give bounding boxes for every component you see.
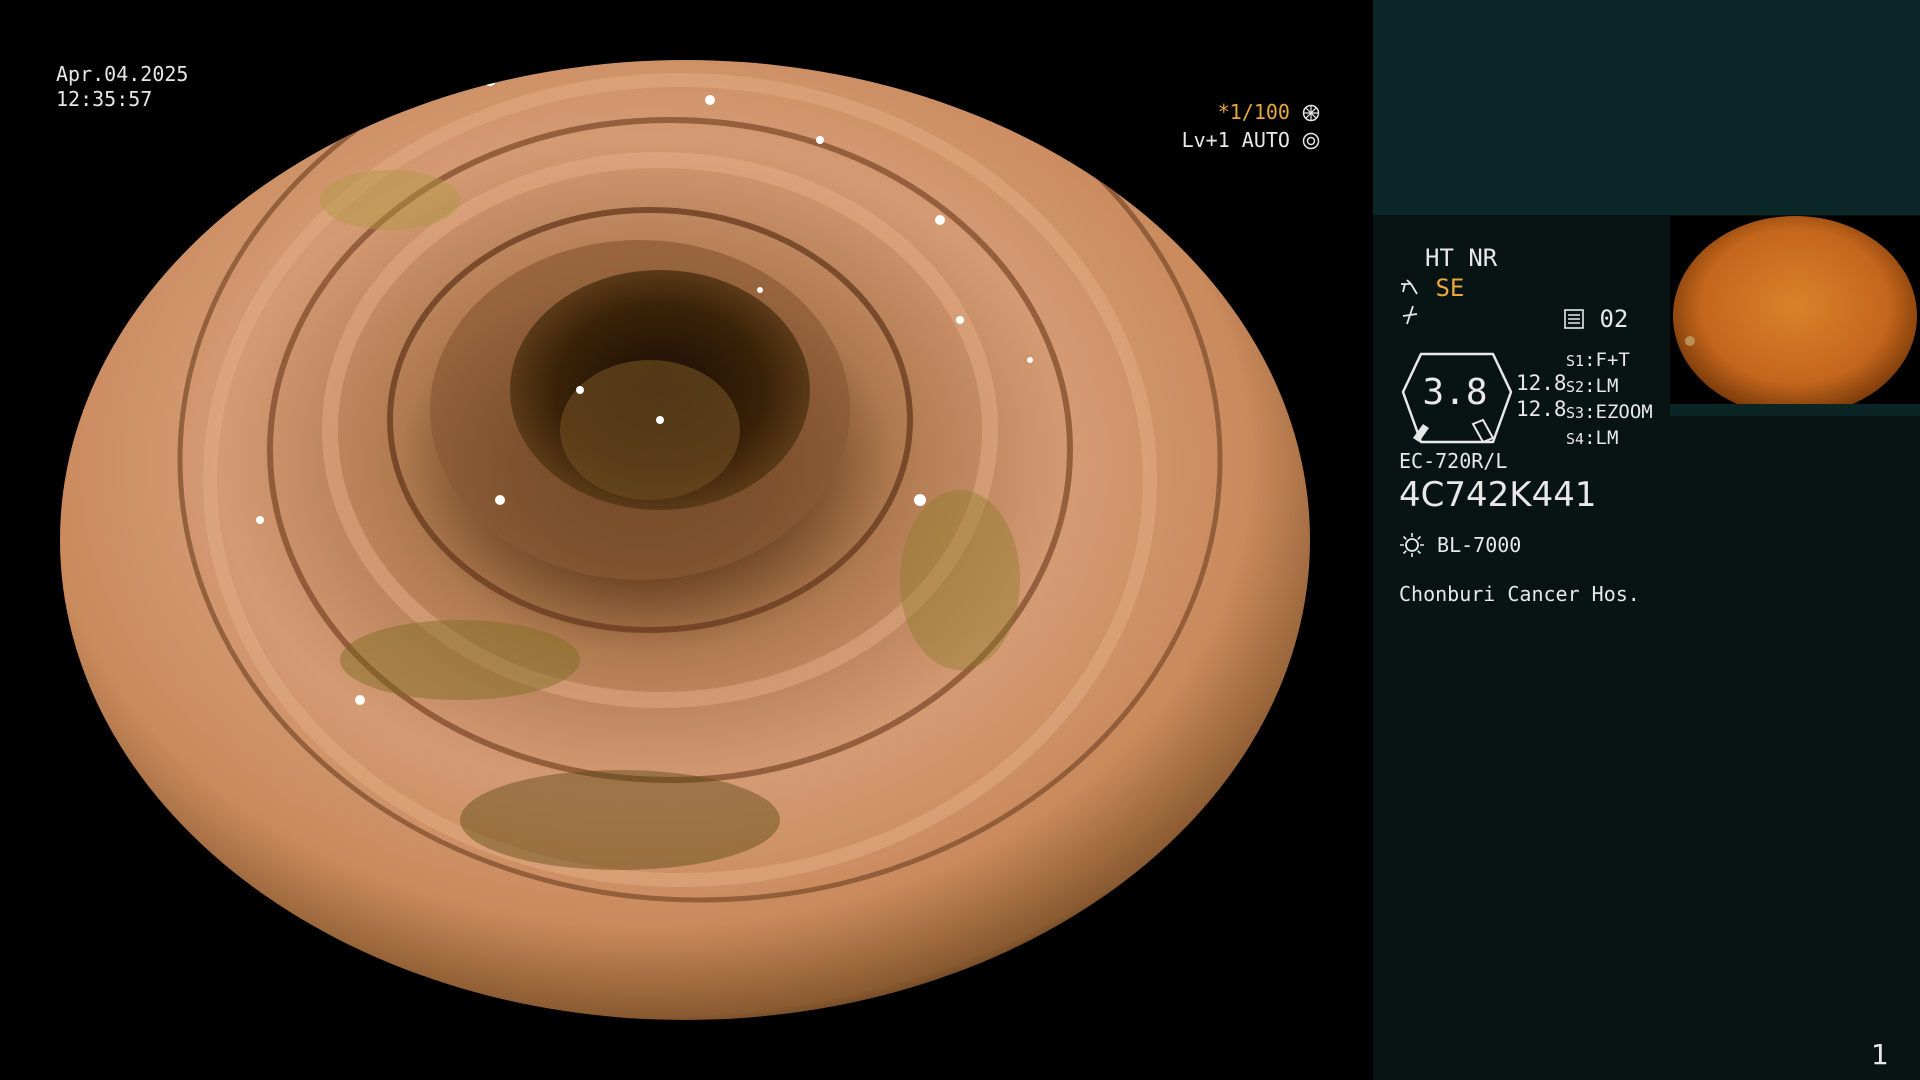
endoscopic-image bbox=[60, 60, 1310, 1020]
memory-icon bbox=[1563, 305, 1599, 333]
light-source-row: BL-7000 bbox=[1399, 532, 1521, 558]
scope-serial-label: 4C742K441 bbox=[1399, 475, 1597, 515]
zoom-indicator: 3.8 bbox=[1399, 352, 1515, 444]
freeze-icon bbox=[1399, 304, 1421, 332]
switch-assignments: S1:F+T S2:LM S3:EZOOM S4:LM bbox=[1566, 348, 1653, 452]
sub-values: 12.8 12.8 bbox=[1516, 370, 1567, 422]
thumbnail-image[interactable] bbox=[1670, 216, 1920, 416]
zoom-value: 3.8 bbox=[1422, 372, 1488, 413]
sub-value-1: 12.8 bbox=[1516, 371, 1567, 395]
freeze-row bbox=[1399, 304, 1421, 332]
date-label: Apr.04.2025 bbox=[56, 62, 189, 86]
lamp-icon bbox=[1399, 533, 1437, 557]
endoscope-view: Apr.04.2025 12:35:57 *1/100 Lv+1 AUTO bbox=[0, 0, 1373, 1080]
memory-row: 02 bbox=[1563, 305, 1628, 333]
page-number: 1 bbox=[1871, 1038, 1889, 1071]
switch-key: S1 bbox=[1566, 352, 1585, 370]
switch-value: F+T bbox=[1595, 349, 1630, 371]
switch-key: S3 bbox=[1566, 404, 1585, 422]
se-label: SE bbox=[1435, 274, 1465, 302]
panel-header-block bbox=[1373, 0, 1920, 215]
memory-count: 02 bbox=[1599, 305, 1629, 333]
light-source-label: BL-7000 bbox=[1437, 533, 1522, 557]
shutter-row: *1/100 bbox=[1140, 98, 1320, 126]
ht-nr-label: HT NR bbox=[1425, 244, 1498, 272]
sub-value-2: 12.8 bbox=[1516, 397, 1567, 421]
level-row: Lv+1 AUTO bbox=[1140, 126, 1320, 154]
scope-model-label: EC-720R/L bbox=[1399, 449, 1508, 473]
switch-key: S4 bbox=[1566, 430, 1585, 448]
switch-value: EZOOM bbox=[1595, 401, 1653, 423]
switch-key: S2 bbox=[1566, 378, 1585, 396]
thumbnail-caption-bar bbox=[1670, 404, 1920, 416]
switch-value: LM bbox=[1595, 427, 1619, 449]
se-row: SE bbox=[1399, 274, 1464, 302]
switch-row: S4:LM bbox=[1566, 427, 1619, 449]
hospital-label: Chonburi Cancer Hos. bbox=[1399, 582, 1640, 606]
switch-row: S2:LM bbox=[1566, 375, 1619, 397]
exposure-info: *1/100 Lv+1 AUTO bbox=[1140, 98, 1320, 154]
switch-value: LM bbox=[1595, 375, 1619, 397]
switch-row: S1:F+T bbox=[1566, 349, 1630, 371]
aperture-icon bbox=[1302, 100, 1320, 124]
scope-tip-icon bbox=[1399, 274, 1435, 302]
datetime-overlay: Apr.04.2025 12:35:57 bbox=[56, 62, 188, 112]
iris-icon bbox=[1302, 128, 1320, 152]
switch-row: S3:EZOOM bbox=[1566, 401, 1653, 423]
shutter-label: *1/100 bbox=[1217, 100, 1290, 124]
info-panel: HT NR SE 02 3.8 12.8 12.8 S1:F+T S2:LM S… bbox=[1373, 0, 1920, 1080]
time-label: 12:35:57 bbox=[56, 87, 153, 111]
level-mode-label: Lv+1 AUTO bbox=[1181, 128, 1290, 152]
